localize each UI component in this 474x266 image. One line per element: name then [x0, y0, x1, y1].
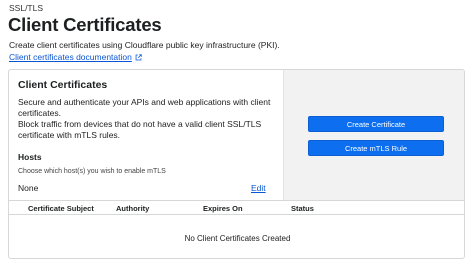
external-link-icon: [135, 53, 142, 60]
client-certificates-card: Client Certificates Secure and authentic…: [8, 69, 465, 259]
column-header-status[interactable]: Status: [291, 204, 314, 213]
table-header: Certificate Subject Authority Expires On…: [9, 201, 464, 215]
card-actions-pane: Create Certificate Create mTLS Rule: [283, 70, 464, 200]
column-header-expires-on[interactable]: Expires On: [203, 204, 243, 213]
card-description-line: certificate with mTLS rules.: [18, 130, 121, 140]
page-title: Client Certificates: [8, 14, 162, 35]
certificates-table: Certificate Subject Authority Expires On…: [9, 200, 464, 258]
hosts-value: None: [18, 183, 39, 193]
edit-hosts-link[interactable]: Edit: [251, 183, 266, 193]
hosts-title: Hosts: [18, 152, 42, 162]
create-certificate-button[interactable]: Create Certificate: [308, 116, 444, 132]
card-description-line: certificates.: [18, 108, 61, 118]
card-description-line: Secure and authenticate your APIs and we…: [18, 97, 271, 107]
card-info-pane: Client Certificates Secure and authentic…: [9, 70, 283, 200]
docs-link[interactable]: Client certificates documentation: [9, 52, 142, 62]
hosts-hint: Choose which host(s) you wish to enable …: [18, 168, 166, 175]
page-description: Create client certificates using Cloudfl…: [9, 40, 280, 50]
card-description: Secure and authenticate your APIs and we…: [18, 97, 273, 141]
empty-table-message: No Client Certificates Created: [184, 233, 291, 243]
docs-link-label: Client certificates documentation: [9, 52, 132, 62]
column-header-authority[interactable]: Authority: [116, 204, 149, 213]
breadcrumb: SSL/TLS: [9, 3, 44, 13]
column-header-certificate-subject[interactable]: Certificate Subject: [28, 204, 94, 213]
card-description-line: Block traffic from devices that do not h…: [18, 119, 262, 129]
create-mtls-rule-button[interactable]: Create mTLS Rule: [308, 140, 444, 156]
card-title: Client Certificates: [18, 79, 108, 91]
